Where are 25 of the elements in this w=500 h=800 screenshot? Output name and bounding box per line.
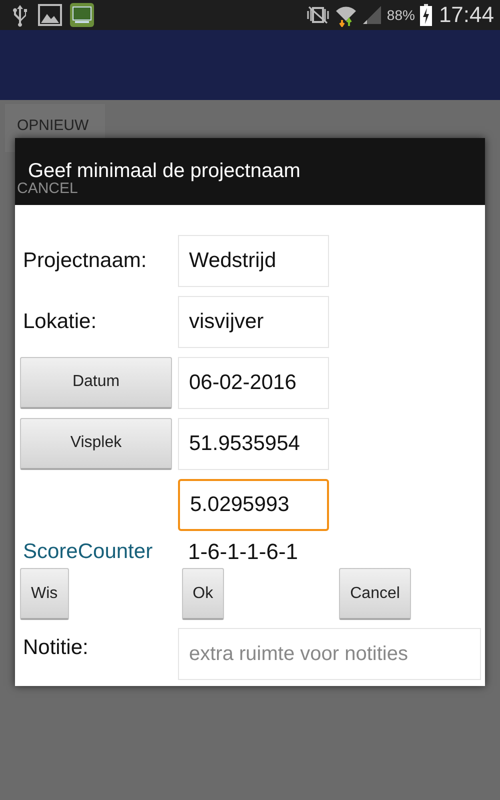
input-field[interactable]: extra ruimte voor notities [178,628,481,680]
field-label: Notitie: [22,635,90,660]
vibrate-off-icon [306,5,330,25]
input-field[interactable]: 5.0295993 [178,478,329,530]
battery-percentage: 88% [386,7,415,23]
usb-icon [10,3,30,27]
button[interactable]: Visplek [20,418,172,470]
button[interactable]: CANCEL [17,180,78,197]
signal-icon [362,5,382,25]
score-label: ScoreCounter [22,540,154,564]
field-label: Lokatie: [22,310,98,334]
app-icon [70,3,94,27]
image-icon [38,3,62,27]
input-field[interactable]: Wedstrijd [178,234,329,286]
input-field[interactable]: visvijver [178,296,329,348]
button[interactable]: Wis [20,568,69,620]
button[interactable]: Datum [20,356,172,408]
score-value: 1-6-1-1-6-1 [187,539,298,565]
field-label: Projectnaam: [22,248,148,272]
input-field[interactable]: 06-02-2016 [178,356,329,408]
button[interactable]: Cancel [339,568,411,620]
input-field[interactable]: 51.9535954 [178,418,329,470]
clock: 17:44 [438,2,494,28]
battery-charging-icon [420,4,432,26]
button[interactable]: Ok [182,568,224,620]
